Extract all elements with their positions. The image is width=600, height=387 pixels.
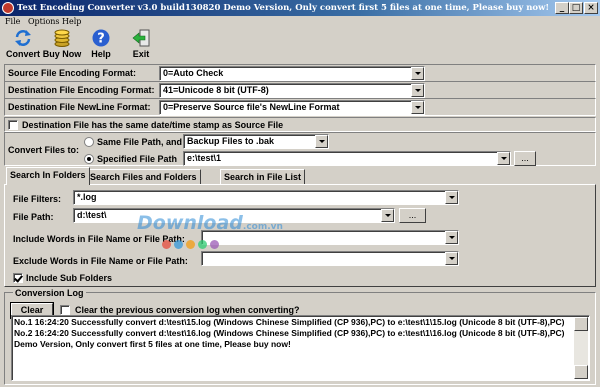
chevron-down-icon[interactable]: [411, 101, 424, 114]
same-date-checkbox[interactable]: [8, 120, 18, 130]
specified-path-browse-button[interactable]: ...: [514, 151, 536, 166]
convert-to-label: Convert Files to:: [8, 145, 80, 155]
log-line: Demo Version, Only convert first 5 files…: [14, 339, 291, 349]
file-path-value: d:\test\: [77, 210, 107, 220]
help-icon: ?: [92, 29, 110, 47]
menu-help[interactable]: Help: [62, 16, 81, 28]
chevron-down-icon[interactable]: [445, 252, 458, 265]
conversion-log-label: Conversion Log: [13, 288, 86, 298]
backup-select[interactable]: Backup Files to .bak: [183, 134, 329, 149]
search-tabs: Search In Folders Search Files and Folde…: [4, 167, 596, 185]
convert-icon: [15, 30, 31, 46]
source-encoding-row: Source File Encoding Format: 0=Auto Chec…: [4, 64, 596, 82]
newline-format-row: Destination File NewLine Format: 0=Prese…: [4, 98, 596, 116]
exit-icon: [132, 29, 150, 47]
maximize-button[interactable]: □: [569, 2, 583, 14]
exit-button[interactable]: Exit: [123, 28, 159, 62]
include-subfolders-checkbox[interactable]: [13, 273, 23, 283]
scroll-up-icon[interactable]: [574, 317, 588, 331]
toolbar: Convert Buy Now ? Help Exit: [0, 28, 600, 62]
convert-button[interactable]: Convert: [5, 28, 41, 62]
watermark-logo: Download.com.vn: [137, 212, 283, 234]
clear-previous-label: Clear the previous conversion log when c…: [75, 305, 300, 315]
coins-icon: [54, 29, 70, 47]
file-filters-select[interactable]: *.log: [73, 190, 459, 205]
watermark-brand: Download: [137, 212, 243, 234]
log-line: No.1 16:24:20 Successfully convert d:\te…: [14, 317, 565, 327]
log-line: No.2 16:24:20 Successfully convert d:\te…: [14, 328, 565, 338]
newline-format-value: 0=Preserve Source file's NewLine Format: [163, 102, 340, 112]
source-encoding-select[interactable]: 0=Auto Check: [159, 66, 425, 81]
newline-format-select[interactable]: 0=Preserve Source file's NewLine Format: [159, 100, 425, 115]
same-path-radio[interactable]: [84, 137, 94, 147]
dest-encoding-select[interactable]: 41=Unicode 8 bit (UTF-8): [159, 83, 425, 98]
tab-search-files-and-folders[interactable]: Search Files and Folders: [86, 169, 201, 184]
backup-value: Backup Files to .bak: [187, 136, 275, 146]
close-button[interactable]: ×: [584, 2, 598, 14]
tab-search-in-file-list[interactable]: Search in File List: [220, 169, 306, 184]
file-filters-value: *.log: [77, 192, 97, 202]
dest-encoding-row: Destination File Encoding Format: 41=Uni…: [4, 81, 596, 99]
log-scrollbar[interactable]: [574, 317, 588, 379]
convert-to-row: Convert Files to: Same File Path, and Ba…: [4, 132, 596, 166]
dest-encoding-value: 41=Unicode 8 bit (UTF-8): [163, 85, 269, 95]
specified-path-radio[interactable]: [84, 154, 94, 164]
menu-bar: File Options Help: [0, 16, 600, 28]
scroll-down-icon[interactable]: [574, 365, 588, 379]
minimize-button[interactable]: _: [555, 2, 569, 14]
file-path-label: File Path:: [13, 212, 54, 222]
chevron-down-icon[interactable]: [445, 191, 458, 204]
help-button[interactable]: ? Help: [83, 28, 119, 62]
clear-previous-checkbox[interactable]: [60, 305, 70, 315]
chevron-down-icon[interactable]: [497, 152, 510, 165]
chevron-down-icon[interactable]: [445, 231, 458, 244]
include-subfolders-label: Include Sub Folders: [26, 273, 113, 283]
search-panel: File Filters: *.log File Path: d:\test\ …: [4, 184, 596, 287]
buy-now-button[interactable]: Buy Now: [43, 28, 81, 62]
dest-encoding-label: Destination File Encoding Format:: [8, 85, 155, 95]
app-icon: [2, 2, 14, 14]
chevron-down-icon[interactable]: [381, 209, 394, 222]
same-path-label: Same File Path, and: [97, 137, 183, 147]
chevron-down-icon[interactable]: [315, 135, 328, 148]
file-path-browse-button[interactable]: ...: [399, 208, 426, 223]
chevron-down-icon[interactable]: [411, 67, 424, 80]
same-date-label: Destination File has the same date/time …: [22, 120, 284, 130]
main-window: Text Encoding Converter v3.0 build130820…: [0, 0, 600, 387]
title-bar[interactable]: Text Encoding Converter v3.0 build130820…: [0, 0, 600, 16]
specified-path-label: Specified File Path: [97, 154, 178, 164]
same-date-row: Destination File has the same date/time …: [4, 117, 596, 132]
source-encoding-value: 0=Auto Check: [163, 68, 224, 78]
exclude-words-label: Exclude Words in File Name or File Path:: [13, 256, 188, 266]
newline-format-label: Destination File NewLine Format:: [8, 102, 151, 112]
file-filters-label: File Filters:: [13, 194, 62, 204]
menu-file[interactable]: File: [5, 16, 20, 28]
conversion-log-textarea[interactable]: No.1 16:24:20 Successfully convert d:\te…: [11, 315, 590, 381]
specified-path-select[interactable]: e:\test\1: [183, 151, 511, 166]
svg-text:?: ?: [97, 32, 105, 47]
menu-options[interactable]: Options: [28, 16, 60, 28]
exclude-words-select[interactable]: [201, 251, 459, 266]
tab-search-in-folders[interactable]: Search In Folders: [6, 167, 90, 185]
source-encoding-label: Source File Encoding Format:: [8, 68, 137, 78]
watermark-suffix: .com.vn: [242, 222, 283, 232]
chevron-down-icon[interactable]: [411, 84, 424, 97]
window-title: Text Encoding Converter v3.0 build130820…: [17, 3, 550, 13]
exit-label: Exit: [132, 49, 150, 59]
include-words-label: Include Words in File Name or File Path:: [13, 234, 185, 244]
conversion-log-group: Conversion Log Clear Log Clear the previ…: [4, 288, 596, 385]
specified-path-value: e:\test\1: [187, 153, 222, 163]
